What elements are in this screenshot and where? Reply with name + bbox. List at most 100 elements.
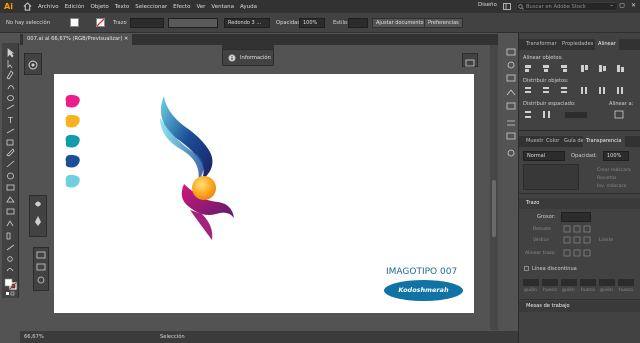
stroke-panel-title[interactable]: Trazo	[523, 198, 542, 209]
opacity-field[interactable]: 100%	[299, 18, 325, 28]
menu-ventana[interactable]: Ventana	[211, 4, 234, 10]
magic-wand-tool-icon[interactable]	[6, 70, 14, 80]
align-left-icon[interactable]	[525, 65, 531, 68]
minimize-icon[interactable]: –	[610, 2, 613, 9]
yellow-drop[interactable]	[65, 114, 80, 128]
distribute-hcenter-icon[interactable]	[599, 87, 601, 94]
color-mode-icon[interactable]	[6, 292, 9, 295]
align-bottom-icon[interactable]	[617, 65, 620, 72]
miter-join-icon[interactable]	[563, 236, 571, 244]
scale-tool-icon[interactable]	[6, 184, 15, 191]
eraser-tool-icon[interactable]	[6, 160, 15, 168]
artboards-panel-title[interactable]: Mesas de trabajo	[523, 301, 573, 312]
layers-panel-icon[interactable]	[36, 251, 46, 259]
gradient-mode-icon[interactable]	[10, 291, 15, 296]
preferences-button[interactable]: Preferencias	[424, 18, 463, 28]
distribute-vcenter-icon[interactable]	[543, 87, 549, 89]
align-top-icon[interactable]	[581, 65, 584, 72]
artboard-tool-icon[interactable]	[25, 54, 41, 74]
ellipse-tool-icon[interactable]	[7, 95, 14, 101]
color-panel-icon[interactable]	[507, 61, 515, 69]
symbol-sprayer-icon[interactable]	[35, 201, 41, 207]
gradient-panel-icon[interactable]	[506, 132, 516, 140]
menu-edicion[interactable]: Edición	[65, 4, 85, 10]
square-cap-icon[interactable]	[583, 225, 591, 233]
dash-field-1[interactable]	[523, 279, 539, 286]
teal-drop[interactable]	[65, 134, 80, 148]
spacing-value-field[interactable]	[565, 112, 587, 118]
rotate-tool-icon[interactable]	[7, 172, 14, 180]
gap-field-3[interactable]	[618, 279, 634, 286]
artboards-panel-icon[interactable]	[36, 263, 46, 271]
blend-mode-select[interactable]: Normal	[523, 151, 565, 161]
shape-builder-tool-icon[interactable]	[6, 220, 14, 227]
stroke-weight-select[interactable]	[561, 212, 591, 222]
distribute-bottom-icon[interactable]	[561, 87, 567, 89]
make-mask-button[interactable]: Crear máscara	[597, 168, 631, 173]
menu-seleccionar[interactable]: Seleccionar	[135, 4, 167, 10]
symbols-panel-icon[interactable]	[506, 102, 516, 110]
align-right-icon[interactable]	[561, 65, 567, 68]
distribute-left-icon[interactable]	[581, 87, 583, 94]
free-transform-tool-icon[interactable]	[6, 208, 15, 215]
stroke-inside-icon[interactable]	[573, 249, 581, 257]
mask-thumbnail[interactable]	[523, 164, 579, 190]
stroke-swatch[interactable]	[96, 18, 105, 27]
maximize-icon[interactable]: ▢	[619, 2, 625, 9]
align-hcenter-icon[interactable]	[543, 65, 549, 68]
vertical-scrollbar[interactable]	[490, 45, 498, 330]
tab-color[interactable]: Color	[543, 136, 562, 147]
transparency-panel-icon[interactable]	[507, 149, 515, 157]
type-tool-icon[interactable]: T	[7, 116, 13, 125]
appearance-panel-icon[interactable]	[37, 276, 45, 284]
stroke-panel-icon[interactable]	[507, 120, 515, 126]
club-symbol-icon[interactable]	[35, 216, 41, 226]
menu-efecto[interactable]: Efecto	[173, 4, 190, 10]
space-horizontal-icon[interactable]	[543, 111, 545, 118]
bevel-join-icon[interactable]	[583, 236, 591, 244]
panel-menu-icon[interactable]	[463, 57, 477, 69]
menu-texto[interactable]: Texto	[115, 4, 130, 10]
variable-width-profile[interactable]	[168, 18, 218, 28]
stroke-outside-icon[interactable]	[583, 249, 591, 257]
navy-drop[interactable]	[65, 154, 80, 168]
workspace-grid-icon[interactable]	[503, 3, 511, 10]
artboard[interactable]	[54, 74, 474, 313]
gap-field-1[interactable]	[542, 279, 558, 286]
logo-artwork[interactable]	[158, 94, 242, 244]
close-tab-icon[interactable]: ✕	[124, 36, 128, 42]
brush-definition-select[interactable]: Redondo 3 ...	[224, 18, 270, 28]
tab-alinear[interactable]: Alinear	[595, 39, 619, 50]
magenta-drop[interactable]	[65, 94, 80, 108]
align-to-selection-icon[interactable]	[614, 110, 624, 119]
menu-ver[interactable]: Ver	[196, 4, 205, 10]
dash-field-2[interactable]	[561, 279, 577, 286]
distribute-top-icon[interactable]	[525, 87, 531, 89]
swatches-panel-icon[interactable]	[506, 74, 516, 82]
graph-tool-icon[interactable]	[6, 232, 11, 240]
tab-transformar[interactable]: Transformar	[523, 39, 560, 50]
home-icon[interactable]	[23, 2, 32, 11]
zoom-level[interactable]: 66,67%	[24, 334, 44, 340]
menu-ayuda[interactable]: Ayuda	[240, 4, 257, 10]
dash-field-3[interactable]	[599, 279, 615, 286]
selection-tool-icon[interactable]	[7, 48, 15, 58]
width-tool-icon[interactable]	[6, 196, 15, 203]
adjust-document-button[interactable]: Ajustar documento	[372, 18, 428, 28]
paintbrush-tool-icon[interactable]	[6, 128, 15, 134]
close-icon[interactable]: ✕	[631, 2, 636, 9]
tab-transparencia[interactable]: Transparencia	[583, 136, 625, 147]
stroke-weight-field[interactable]	[130, 18, 164, 28]
gap-field-2[interactable]	[580, 279, 596, 286]
graphic-style-select[interactable]	[348, 18, 368, 28]
space-vertical-icon[interactable]	[525, 111, 531, 113]
direct-selection-tool-icon[interactable]	[7, 60, 13, 69]
stock-search-input[interactable]: Buscar en Adobe Stock	[516, 2, 618, 11]
distribute-right-icon[interactable]	[617, 87, 619, 94]
zoom-tool-icon[interactable]	[7, 256, 13, 262]
shaper-tool-icon[interactable]	[6, 139, 14, 146]
pen-tool-icon[interactable]	[7, 85, 15, 90]
menu-objeto[interactable]: Objeto	[90, 4, 108, 10]
dashed-line-checkbox[interactable]	[524, 266, 529, 271]
hand-tool-icon[interactable]	[6, 268, 14, 272]
